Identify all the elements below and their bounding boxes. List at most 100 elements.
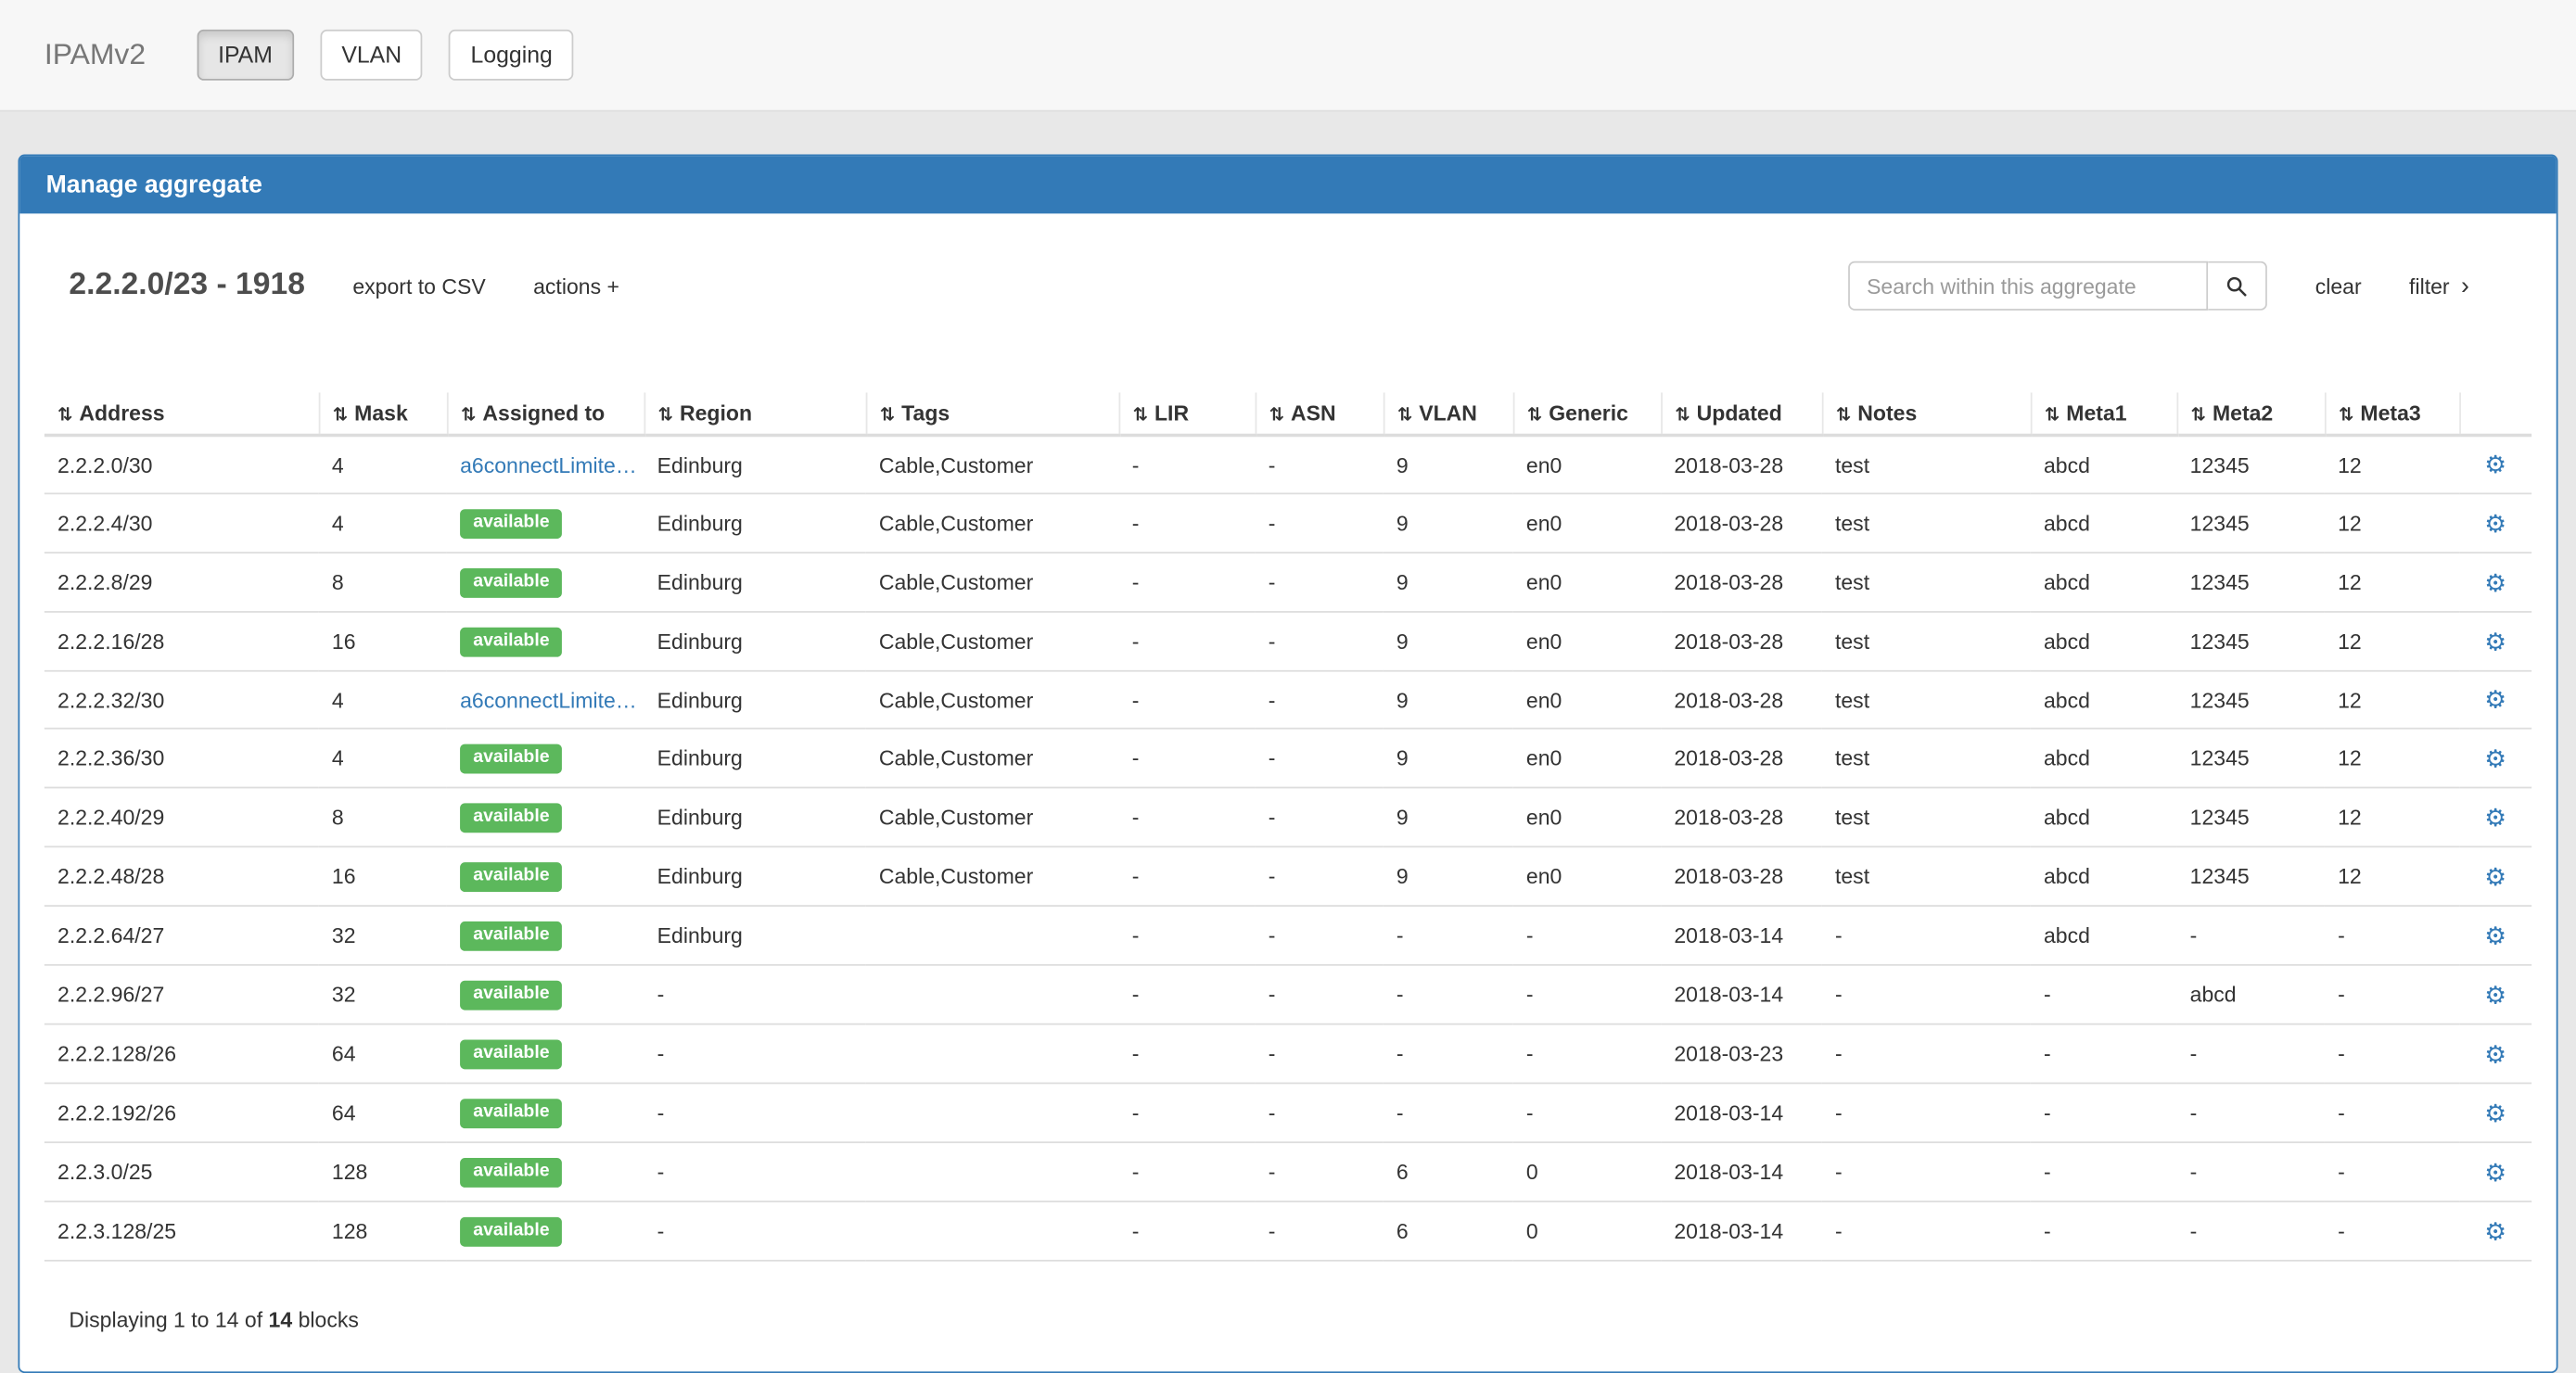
cell-generic: -: [1513, 1083, 1661, 1142]
cell-mask: 64: [319, 1083, 447, 1142]
cell-region: -: [644, 1083, 865, 1142]
assigned-link[interactable]: a6connectLimite…: [460, 452, 637, 477]
gear-icon[interactable]: ⚙: [2484, 508, 2506, 538]
gear-icon[interactable]: ⚙: [2484, 1098, 2506, 1127]
search-button[interactable]: [2209, 261, 2268, 311]
cell-vlan: 9: [1384, 671, 1513, 729]
column-header-lir[interactable]: ⇅LIR: [1119, 392, 1256, 435]
cell-meta3: 12: [2325, 671, 2459, 729]
cell-vlan: -: [1384, 1083, 1513, 1142]
search-input[interactable]: [1849, 261, 2209, 311]
search-group: [1849, 261, 2268, 311]
column-header-generic[interactable]: ⇅Generic: [1513, 392, 1661, 435]
cell-asn: -: [1256, 671, 1384, 729]
export-csv-link[interactable]: export to CSV: [352, 273, 485, 299]
nav-tab-logging[interactable]: Logging: [449, 30, 573, 81]
gear-icon[interactable]: ⚙: [2484, 1216, 2506, 1246]
cell-region: Edinburg: [644, 729, 865, 788]
cell-meta2: -: [2176, 906, 2324, 965]
cell-address: 2.2.2.0/30: [45, 435, 319, 493]
table-row: 2.2.2.0/30 4 a6connectLimite… Edinburg C…: [45, 435, 2531, 493]
cell-notes: -: [1822, 1201, 2031, 1261]
cell-notes: test: [1822, 671, 2031, 729]
cell-assigned: available: [447, 1142, 644, 1201]
gear-icon[interactable]: ⚙: [2484, 685, 2506, 715]
cell-meta1: abcd: [2031, 493, 2177, 553]
cell-generic: 0: [1513, 1201, 1661, 1261]
cell-meta3: 12: [2325, 435, 2459, 493]
cell-notes: test: [1822, 729, 2031, 788]
gear-icon[interactable]: ⚙: [2484, 802, 2506, 832]
cell-address: 2.2.2.96/27: [45, 965, 319, 1024]
gear-icon[interactable]: ⚙: [2484, 861, 2506, 891]
column-header-updated[interactable]: ⇅Updated: [1661, 392, 1822, 435]
cell-generic: en0: [1513, 493, 1661, 553]
cell-notes: test: [1822, 846, 2031, 906]
assigned-link[interactable]: a6connectLimite…: [460, 687, 637, 712]
column-header-meta2[interactable]: ⇅Meta2: [2176, 392, 2324, 435]
available-badge: available: [460, 1099, 563, 1128]
cell-asn: -: [1256, 788, 1384, 847]
gear-icon[interactable]: ⚙: [2484, 1039, 2506, 1069]
gear-icon[interactable]: ⚙: [2484, 567, 2506, 597]
cell-address: 2.2.2.8/29: [45, 553, 319, 612]
column-header-notes[interactable]: ⇅Notes: [1822, 392, 2031, 435]
cell-vlan: 9: [1384, 493, 1513, 553]
cell-meta3: 12: [2325, 729, 2459, 788]
cell-updated: 2018-03-28: [1661, 612, 1822, 671]
sort-icon: ⇅: [1269, 404, 1284, 426]
nav-tab-ipam[interactable]: IPAM: [197, 30, 294, 81]
column-header-asn[interactable]: ⇅ASN: [1256, 392, 1384, 435]
cell-actions: ⚙: [2459, 729, 2531, 788]
cell-meta3: -: [2325, 1024, 2459, 1084]
column-header-tags[interactable]: ⇅Tags: [866, 392, 1119, 435]
cell-tags: Cable,Customer: [866, 493, 1119, 553]
table-footer: Displaying 1 to 14 of 14 blocks: [69, 1307, 2531, 1332]
cell-generic: en0: [1513, 729, 1661, 788]
gear-icon[interactable]: ⚙: [2484, 450, 2506, 479]
cell-tags: Cable,Customer: [866, 435, 1119, 493]
cell-address: 2.2.2.36/30: [45, 729, 319, 788]
actions-menu-link[interactable]: actions +: [533, 273, 619, 299]
cell-address: 2.2.3.0/25: [45, 1142, 319, 1201]
table-row: 2.2.2.96/27 32 available - - - - - 2018-…: [45, 965, 2531, 1024]
column-header-assigned-to[interactable]: ⇅Assigned to: [447, 392, 644, 435]
cell-meta2: 12345: [2176, 729, 2324, 788]
cell-generic: 0: [1513, 1142, 1661, 1201]
clear-link[interactable]: clear: [2315, 273, 2362, 299]
cell-generic: en0: [1513, 612, 1661, 671]
gear-icon[interactable]: ⚙: [2484, 744, 2506, 773]
nav-tab-vlan[interactable]: VLAN: [320, 30, 423, 81]
table-row: 2.2.2.192/26 64 available - - - - - 2018…: [45, 1083, 2531, 1142]
gear-icon[interactable]: ⚙: [2484, 1157, 2506, 1187]
aggregate-toolbar: 2.2.2.0/23 - 1918 export to CSV actions …: [45, 255, 2531, 317]
available-badge: available: [460, 1039, 563, 1069]
gear-icon[interactable]: ⚙: [2484, 980, 2506, 1010]
cell-asn: -: [1256, 906, 1384, 965]
cell-meta1: abcd: [2031, 612, 2177, 671]
cell-meta2: -: [2176, 1142, 2324, 1201]
filter-link[interactable]: filter›: [2409, 273, 2469, 299]
cell-assigned: available: [447, 788, 644, 847]
table-row: 2.2.3.128/25 128 available - - - 6 0 201…: [45, 1201, 2531, 1261]
available-badge: available: [460, 922, 563, 951]
cell-asn: -: [1256, 729, 1384, 788]
ipam-app: IPAMv2 IPAM VLAN Logging Manage aggregat…: [0, 0, 2576, 1368]
table-row: 2.2.2.40/29 8 available Edinburg Cable,C…: [45, 788, 2531, 847]
cell-notes: test: [1822, 788, 2031, 847]
gear-icon[interactable]: ⚙: [2484, 627, 2506, 656]
cell-lir: -: [1119, 729, 1256, 788]
cell-mask: 16: [319, 846, 447, 906]
cell-asn: -: [1256, 1142, 1384, 1201]
column-header-region[interactable]: ⇅Region: [644, 392, 865, 435]
column-header-vlan[interactable]: ⇅VLAN: [1384, 392, 1513, 435]
aggregate-title: 2.2.2.0/23 - 1918: [69, 268, 305, 304]
column-header-mask[interactable]: ⇅Mask: [319, 392, 447, 435]
column-header-address[interactable]: ⇅Address: [45, 392, 319, 435]
gear-icon[interactable]: ⚙: [2484, 921, 2506, 950]
cell-meta1: abcd: [2031, 671, 2177, 729]
column-header-meta3[interactable]: ⇅Meta3: [2325, 392, 2459, 435]
column-header-meta1[interactable]: ⇅Meta1: [2031, 392, 2177, 435]
sort-icon: ⇅: [1133, 404, 1148, 426]
footer-count: 14: [269, 1307, 293, 1332]
